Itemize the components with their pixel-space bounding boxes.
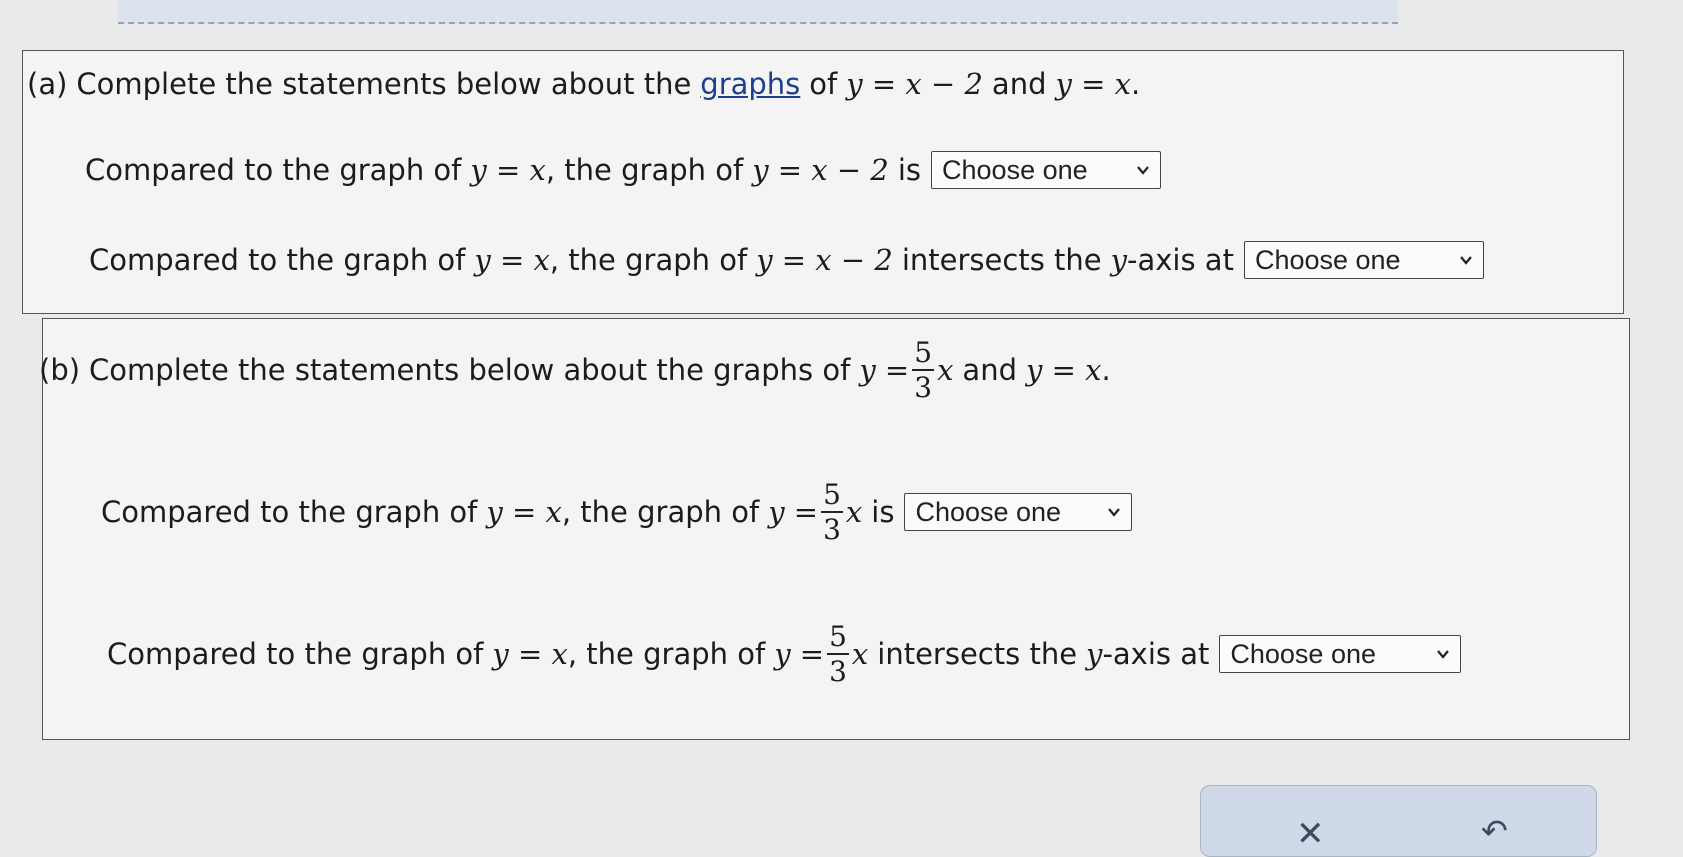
chevron-down-icon — [1460, 256, 1472, 265]
statement-a2: Compared to the graph of y = x , the gra… — [89, 241, 1484, 279]
undo-icon[interactable]: ↶ — [1481, 812, 1508, 850]
dropdown-value: Choose one — [915, 496, 1062, 527]
fraction-numerator: 5 — [914, 335, 933, 369]
fraction: 5 3 — [821, 477, 843, 546]
statement-text: -axis at — [1127, 243, 1234, 277]
equation-variable: x — [845, 495, 863, 529]
equation: y = x — [486, 495, 562, 529]
equation: y = x − 2 — [752, 153, 889, 187]
heading-text-and: and — [991, 67, 1047, 101]
equation: y = x − 2 — [756, 243, 893, 277]
fraction: 5 3 — [827, 619, 849, 688]
heading-text: Complete the statements below about the … — [89, 353, 851, 387]
fraction-denominator: 3 — [829, 655, 847, 688]
statement-text: Compared to the graph of — [101, 495, 478, 529]
fraction-numerator: 5 — [829, 619, 847, 653]
statement-b2: Compared to the graph of y = x , the gra… — [107, 609, 1462, 699]
axis-variable: y — [1086, 637, 1103, 671]
answer-dropdown-b2[interactable]: Choose one — [1219, 635, 1462, 673]
statement-text: -axis at — [1102, 637, 1210, 671]
part-label: (a) — [27, 67, 68, 101]
statement-text: , the graph of — [567, 637, 766, 671]
heading-period: . — [1130, 67, 1141, 101]
fraction-denominator: 3 — [823, 513, 841, 546]
heading-text: Complete the statements below about the — [76, 67, 692, 101]
dropdown-value: Choose one — [1230, 638, 1376, 669]
equation: y = x — [470, 153, 546, 187]
part-b-panel: (b) Complete the statements below about … — [39, 318, 1630, 740]
statement-text: Compared to the graph of — [85, 153, 462, 187]
statement-text: intersects the — [877, 637, 1078, 671]
statement-text: Compared to the graph of — [107, 637, 484, 671]
statement-text: , the graph of — [549, 243, 748, 277]
part-a-panel: (a) Complete the statements below about … — [22, 50, 1624, 314]
clear-icon[interactable]: ✕ — [1296, 814, 1325, 854]
equation-variable: x — [851, 637, 869, 671]
equation-lhs: y = — [768, 495, 819, 529]
equation-lhs: y = — [859, 353, 910, 387]
part-label: (b) — [39, 353, 81, 387]
dropdown-value: Choose one — [942, 154, 1088, 185]
fraction-denominator: 3 — [914, 371, 933, 404]
heading-text-and: and — [962, 353, 1017, 387]
statement-text: is — [871, 495, 895, 529]
equation: y = x — [492, 637, 568, 671]
chevron-down-icon — [1108, 508, 1121, 517]
action-button-bar: ✕ ↶ — [1200, 785, 1597, 857]
statement-text: intersects the — [901, 243, 1102, 277]
equation: y = x − 2 — [846, 67, 983, 101]
statement-text: , the graph of — [545, 153, 744, 187]
equation: y = x — [474, 243, 550, 277]
heading-text-of: of — [809, 67, 838, 101]
equation-variable: x — [937, 353, 954, 387]
answer-dropdown-a2[interactable]: Choose one — [1243, 241, 1484, 279]
heading-period: . — [1101, 353, 1111, 387]
axis-variable: y — [1110, 243, 1128, 277]
statement-text: , the graph of — [561, 495, 760, 529]
part-a-heading: (a) Complete the statements below about … — [27, 67, 1140, 101]
fraction-numerator: 5 — [823, 477, 841, 511]
chevron-down-icon — [1137, 166, 1149, 175]
equation: y = x — [1055, 67, 1131, 101]
answer-dropdown-b1[interactable]: Choose one — [904, 493, 1133, 531]
equation: y = x — [1025, 353, 1102, 387]
statement-b1: Compared to the graph of y = x , the gra… — [101, 467, 1133, 557]
statement-a1: Compared to the graph of y = x , the gra… — [85, 151, 1162, 189]
graphs-link[interactable]: graphs — [700, 67, 800, 101]
equation-lhs: y = — [774, 637, 825, 671]
statement-text: Compared to the graph of — [89, 243, 466, 277]
statement-text: is — [897, 153, 922, 187]
chevron-down-icon — [1437, 650, 1450, 659]
answer-dropdown-a1[interactable]: Choose one — [931, 151, 1162, 189]
top-strip — [118, 0, 1398, 24]
dropdown-value: Choose one — [1254, 244, 1401, 275]
fraction: 5 3 — [912, 335, 935, 404]
part-b-heading: (b) Complete the statements below about … — [39, 325, 1111, 415]
